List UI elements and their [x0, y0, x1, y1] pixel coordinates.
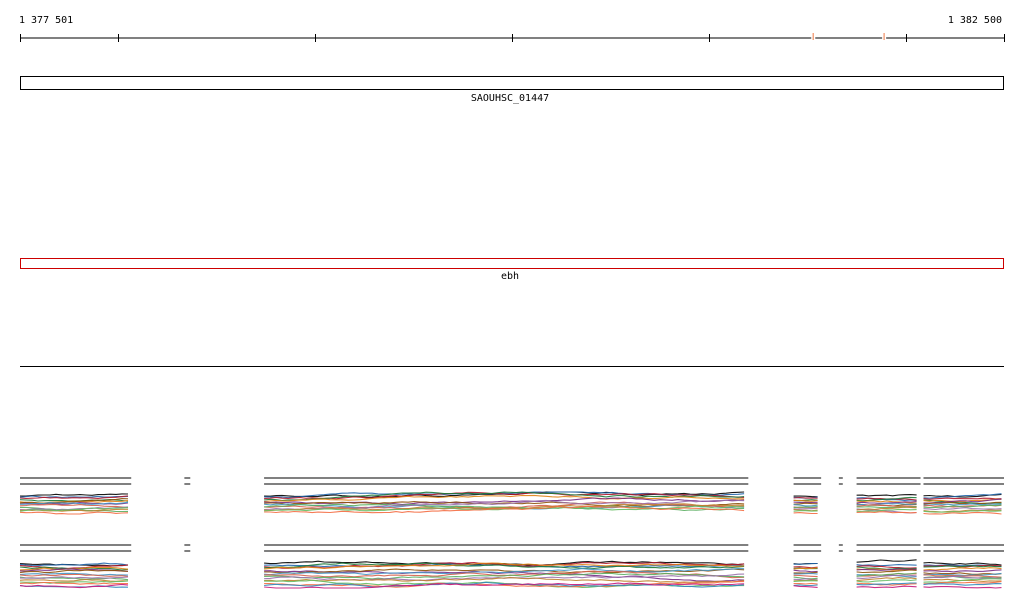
- coverage-line: [793, 499, 818, 502]
- coverage-line: [856, 511, 917, 514]
- coverage-line: [793, 512, 818, 515]
- coverage-line: [923, 497, 1002, 500]
- feature-box[interactable]: [20, 258, 1004, 269]
- coverage-line: [793, 510, 818, 512]
- coverage-line: [793, 502, 818, 505]
- coordinate-ruler: 1 377 501 1 382 500: [19, 15, 1005, 42]
- feature-label: ebh: [501, 271, 519, 282]
- coverage-line: [19, 511, 129, 515]
- coverage-line: [19, 578, 129, 582]
- ruler-start-label: 1 377 501: [19, 15, 73, 26]
- feature-box[interactable]: [20, 76, 1004, 90]
- coverage-line: [793, 496, 818, 499]
- coverage-line: [923, 511, 1002, 515]
- coverage-line: [19, 493, 129, 497]
- ruler-end-label: 1 382 500: [948, 15, 1002, 26]
- coverage-line: [856, 559, 917, 563]
- ruler-marks: [811, 33, 887, 40]
- coverage-line: [793, 569, 818, 573]
- coverage-line: [923, 507, 1002, 511]
- feature-ebh[interactable]: ebh: [20, 258, 1004, 283]
- coverage-line: [793, 571, 818, 574]
- feature-label: SAOUHSC_01447: [471, 93, 549, 104]
- coverage-line: [856, 494, 917, 497]
- coverage-line: [793, 582, 818, 585]
- coverage-line: [793, 572, 818, 575]
- coverage-line: [923, 561, 1002, 566]
- coverage-line: [923, 586, 1002, 589]
- coverage-line: [793, 504, 818, 507]
- coverage-line: [793, 580, 818, 582]
- coverage-line: [793, 584, 818, 587]
- coverage-line: [793, 574, 818, 578]
- coverage-line: [19, 581, 128, 585]
- coverage-line: [923, 567, 1002, 571]
- coverage-line: [923, 583, 1002, 586]
- coverage-line: [19, 504, 129, 509]
- coverage-track-lower: [19, 544, 1004, 589]
- feature-saouhsc-01447[interactable]: SAOUHSC_01447: [20, 76, 1004, 105]
- coverage-line: [793, 507, 818, 510]
- coverage-line: [793, 495, 818, 498]
- coverage-line: [856, 585, 917, 589]
- coverage-track-upper: [19, 477, 1004, 515]
- genome-browser-view: 1 377 501 1 382 500 SAOUHSC_01447 ebh: [19, 15, 1005, 589]
